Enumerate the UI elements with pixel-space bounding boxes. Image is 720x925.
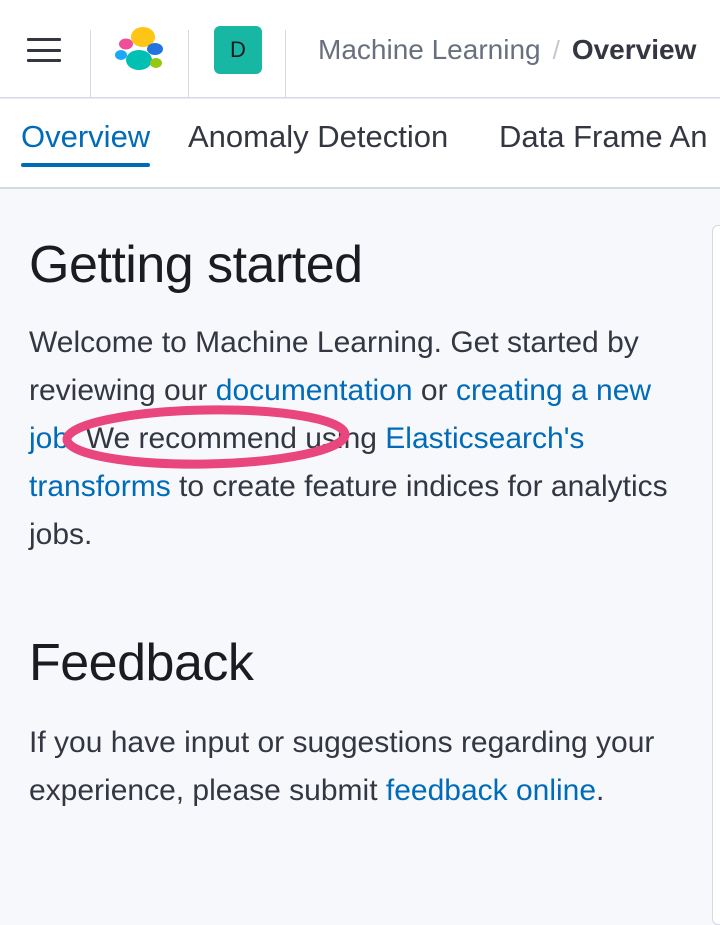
- getting-started-section: Getting started Welcome to Machine Learn…: [29, 235, 689, 559]
- header-divider: [188, 30, 189, 97]
- hamburger-icon: [27, 38, 61, 62]
- tab-anomaly-detection[interactable]: Anomaly Detection: [188, 119, 448, 165]
- side-panel: [712, 225, 720, 925]
- feedback-title: Feedback: [29, 634, 254, 692]
- breadcrumb-machine-learning[interactable]: Machine Learning: [318, 34, 541, 66]
- feedback-online-link[interactable]: feedback online: [386, 774, 596, 807]
- breadcrumb: Machine Learning / Overview: [318, 30, 696, 70]
- getting-started-text-2: or: [412, 374, 456, 407]
- space-avatar[interactable]: D: [214, 26, 262, 74]
- documentation-link[interactable]: documentation: [216, 374, 413, 407]
- breadcrumb-separator: /: [552, 34, 560, 65]
- feedback-text-2: .: [596, 774, 605, 807]
- main-content: Getting started Welcome to Machine Learn…: [0, 191, 720, 925]
- space-avatar-initial: D: [230, 37, 246, 62]
- ml-tabs: Overview Anomaly Detection Data Frame An: [0, 99, 720, 189]
- header-divider: [90, 30, 91, 97]
- menu-button[interactable]: [18, 24, 70, 76]
- breadcrumb-overview: Overview: [571, 34, 697, 65]
- getting-started-text-3: . We recommend using: [69, 422, 386, 455]
- header-divider: [285, 30, 286, 97]
- tab-data-frame-analytics[interactable]: Data Frame An: [499, 119, 707, 165]
- getting-started-text: Welcome to Machine Learning. Get started…: [29, 319, 689, 559]
- elastic-logo-icon[interactable]: [112, 26, 166, 72]
- tab-overview[interactable]: Overview: [21, 119, 151, 167]
- top-header: D Machine Learning / Overview: [0, 0, 720, 98]
- getting-started-title: Getting started: [29, 236, 363, 294]
- feedback-text: If you have input or suggestions regardi…: [29, 719, 689, 815]
- feedback-section: Feedback If you have input or suggestion…: [29, 633, 689, 815]
